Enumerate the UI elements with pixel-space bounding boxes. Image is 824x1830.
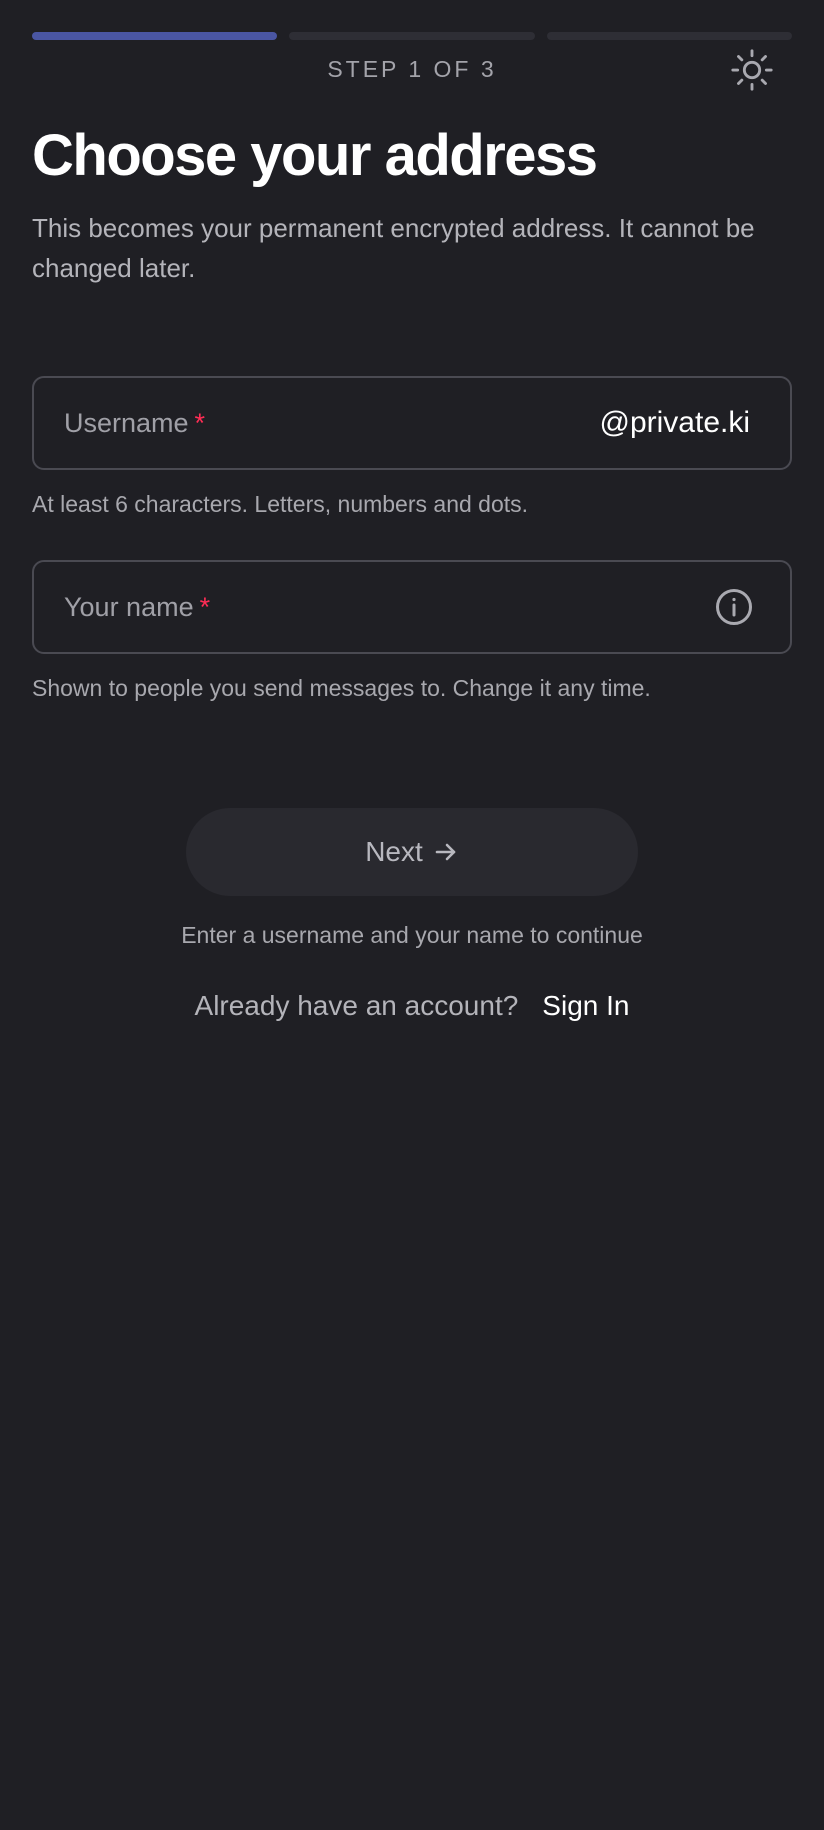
full-name-placeholder-text: Your name xyxy=(64,591,194,622)
info-button[interactable] xyxy=(714,587,754,627)
sun-icon xyxy=(731,49,773,91)
step-progress-bar xyxy=(32,32,792,40)
domain-suffix: @private.ki xyxy=(599,406,751,439)
full-name-help-text: Shown to people you send messages to. Ch… xyxy=(32,675,651,701)
username-placeholder-text: Username xyxy=(64,407,189,438)
theme-toggle-button[interactable] xyxy=(726,44,778,96)
full-name-placeholder: Your name * xyxy=(64,592,714,623)
username-help-text: At least 6 characters. Letters, numbers … xyxy=(32,491,529,517)
step-indicator: STEP 1 OF 3 xyxy=(327,56,497,82)
progress-segment-step-3 xyxy=(546,32,792,40)
progress-segment-step-1 xyxy=(32,32,278,40)
username-placeholder: Username * xyxy=(64,408,600,439)
page-title: Choose your address xyxy=(32,123,598,188)
page-subtitle: This becomes your permanent encrypted ad… xyxy=(32,213,755,283)
signin-row: Already have an account? Sign In xyxy=(0,990,824,1022)
progress-segment-step-2 xyxy=(289,32,535,40)
username-field[interactable]: Username * @private.ki xyxy=(32,376,792,470)
required-marker: * xyxy=(194,407,206,438)
signin-question: Already have an account? xyxy=(194,990,519,1021)
required-marker: * xyxy=(199,591,211,622)
sign-in-link[interactable]: Sign In xyxy=(542,990,629,1022)
continue-hint: Enter a username and your name to contin… xyxy=(181,922,643,948)
arrow-right-icon xyxy=(435,843,456,861)
info-icon xyxy=(716,589,752,625)
full-name-field[interactable]: Your name * xyxy=(32,560,792,654)
next-button-label: Next xyxy=(365,836,423,867)
next-button[interactable]: Next xyxy=(186,808,638,896)
